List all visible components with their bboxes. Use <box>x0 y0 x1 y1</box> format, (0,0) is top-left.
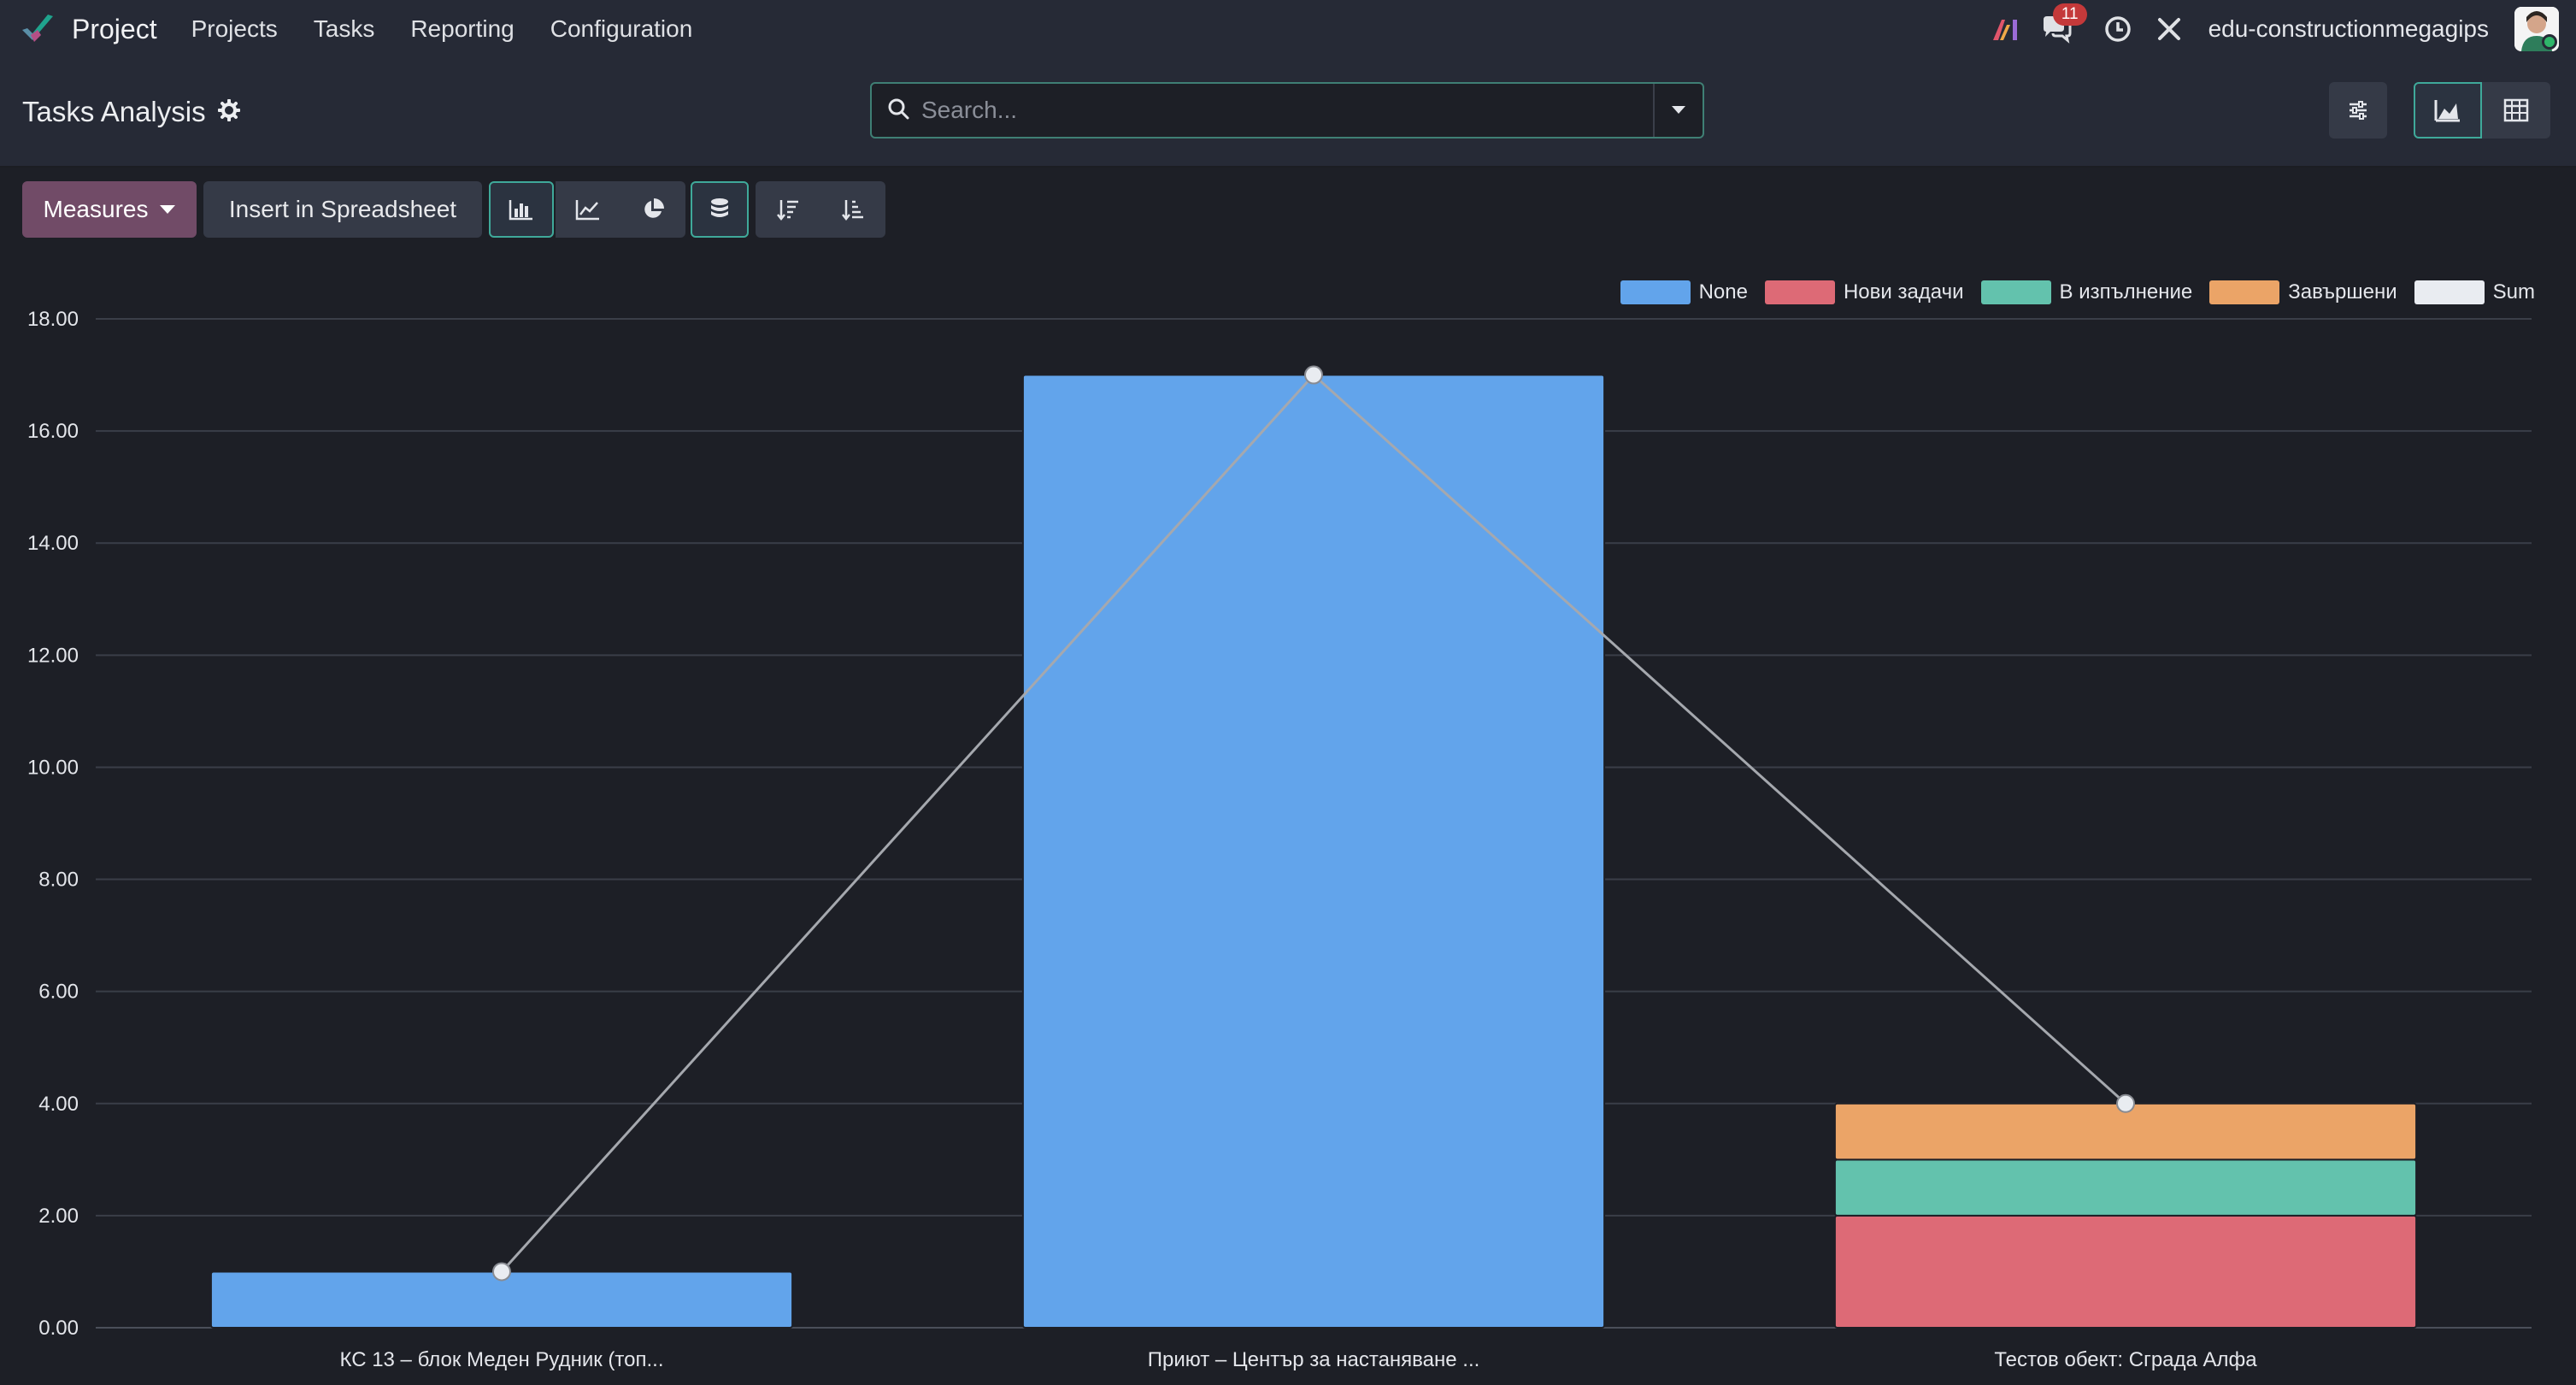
y-tick-label: 10.00 <box>27 756 79 779</box>
y-tick-label: 4.00 <box>38 1093 79 1116</box>
y-tick-label: 12.00 <box>27 644 79 667</box>
measures-dropdown[interactable]: Measures <box>22 181 197 238</box>
sort-descending-button[interactable] <box>756 181 820 238</box>
bar-segment <box>1833 1214 2418 1329</box>
graph-toolbar: Measures Insert in Spreadsheet <box>0 180 940 238</box>
y-tick-label: 6.00 <box>38 981 79 1004</box>
y-tick-label: 0.00 <box>38 1317 79 1340</box>
systray: 11 edu-constructionmegagips <box>1986 0 2576 58</box>
insert-spreadsheet-button[interactable]: Insert in Spreadsheet <box>203 181 482 238</box>
sum-point <box>492 1262 511 1282</box>
search-input[interactable] <box>921 97 1622 124</box>
stacked-toggle-button[interactable] <box>691 181 749 238</box>
online-status-dot <box>2542 34 2557 50</box>
top-navbar: Project Projects Tasks Reporting Configu… <box>0 0 2576 58</box>
activity-clock-icon[interactable] <box>2099 10 2137 48</box>
y-tick-label: 16.00 <box>27 420 79 443</box>
gear-icon[interactable] <box>217 96 241 128</box>
y-tick-label: 14.00 <box>27 532 79 555</box>
menu-item-reporting[interactable]: Reporting <box>410 15 514 43</box>
line-chart-button[interactable] <box>556 181 620 238</box>
x-tick-label: КС 13 – блок Меден Рудник (топ... <box>339 1348 663 1371</box>
measures-label: Measures <box>43 196 149 222</box>
graph-chart-area: None Нови задачи В изпълнение Завършени Sum … <box>0 256 2576 1385</box>
sum-point <box>2116 1093 2135 1113</box>
messages-icon[interactable]: 11 <box>2038 3 2087 48</box>
control-panel: Tasks Analysis <box>0 58 2576 168</box>
sort-ascending-button[interactable] <box>820 181 885 238</box>
app-name: Project <box>72 13 157 44</box>
ai-icon[interactable] <box>1986 10 2024 48</box>
menu-item-projects[interactable]: Projects <box>191 15 278 43</box>
bar-segment <box>1833 1158 2418 1217</box>
menu-item-configuration[interactable]: Configuration <box>550 15 693 43</box>
graph-view-button[interactable] <box>2414 82 2482 138</box>
y-tick-label: 8.00 <box>38 869 79 892</box>
app-brand[interactable]: Project <box>19 9 157 49</box>
y-tick-label: 18.00 <box>27 308 79 331</box>
bar-segment <box>1021 374 1606 1329</box>
search-bar <box>870 82 1704 138</box>
bar-chart-button[interactable] <box>489 181 554 238</box>
y-tick-label: 2.00 <box>38 1205 79 1228</box>
bar-chart: 0.00 2.00 4.00 6.00 8.00 10.00 12.00 14.00 16.00… <box>27 308 2532 1371</box>
page-title-block: Tasks Analysis <box>22 96 241 128</box>
pivot-view-button[interactable] <box>2482 82 2550 138</box>
search-icon <box>887 97 909 124</box>
menu-item-tasks[interactable]: Tasks <box>314 15 375 43</box>
main-menu: Projects Tasks Reporting Configuration <box>191 15 729 43</box>
search-options-toggle[interactable] <box>1653 84 1703 137</box>
page-title: Tasks Analysis <box>22 96 206 127</box>
pie-chart-button[interactable] <box>620 181 685 238</box>
caret-down-icon <box>160 205 176 214</box>
project-app-icon <box>19 9 58 49</box>
sum-point <box>1304 365 1323 385</box>
x-tick-label: Приют – Център за настаняване ... <box>1148 1348 1480 1371</box>
filters-sliders-button[interactable] <box>2329 82 2387 138</box>
x-tick-label: Тестов обект: Сграда Алфа <box>1994 1348 2257 1371</box>
messages-count-badge: 11 <box>2052 3 2087 26</box>
debug-tools-icon[interactable] <box>2150 10 2188 48</box>
user-avatar[interactable] <box>2514 7 2559 51</box>
company-switcher[interactable]: edu-constructionmegagips <box>2208 15 2489 43</box>
